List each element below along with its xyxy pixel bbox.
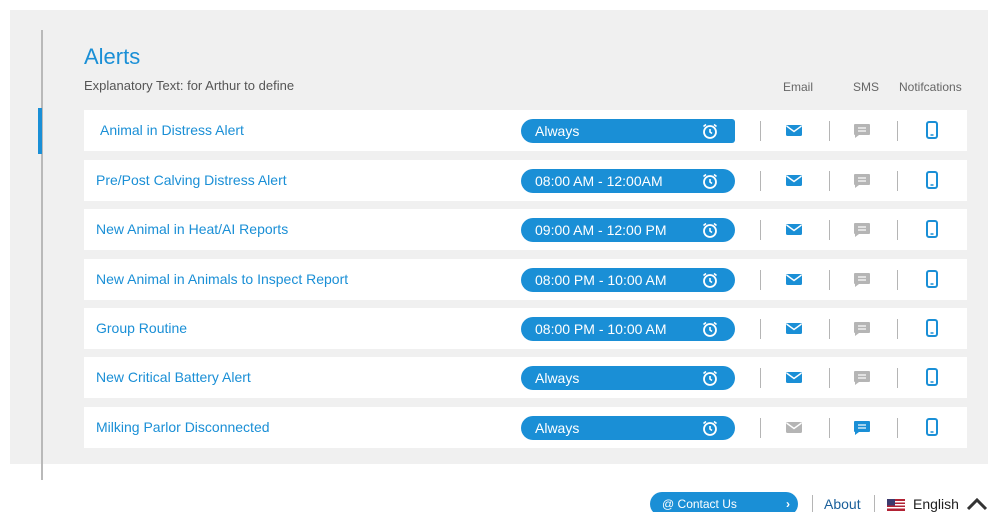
divider (897, 418, 898, 438)
alert-row: Pre/Post Calving Distress Alert 08:00 AM… (84, 160, 967, 201)
schedule-pill[interactable]: Always (521, 119, 735, 143)
schedule-text: 08:00 AM - 12:00AM (535, 173, 663, 189)
alert-name[interactable]: Milking Parlor Disconnected (96, 419, 270, 435)
divider (760, 220, 761, 240)
schedule-pill[interactable]: Always (521, 366, 735, 390)
envelope-icon[interactable] (784, 170, 804, 190)
chevron-up-icon[interactable] (966, 497, 988, 511)
divider (760, 319, 761, 339)
contact-us-button[interactable]: @ Contact Us › (650, 492, 798, 512)
divider (760, 368, 761, 388)
mobile-phone-icon[interactable] (922, 367, 942, 387)
left-rule (41, 30, 43, 480)
schedule-pill[interactable]: 08:00 AM - 12:00AM (521, 169, 735, 193)
alert-row: Animal in Distress Alert Always (84, 110, 967, 151)
divider (760, 121, 761, 141)
divider (897, 270, 898, 290)
language-selector[interactable]: English (913, 496, 959, 512)
schedule-text: Always (535, 370, 580, 386)
contact-us-label: Contact Us (677, 497, 737, 511)
divider (829, 220, 830, 240)
alert-name[interactable]: New Critical Battery Alert (96, 369, 251, 385)
message-icon[interactable] (852, 318, 872, 338)
alarm-clock-icon (701, 122, 719, 140)
divider (829, 418, 830, 438)
schedule-pill[interactable]: 08:00 PM - 10:00 AM (521, 268, 735, 292)
envelope-icon[interactable] (784, 318, 804, 338)
schedule-text: 09:00 AM - 12:00 PM (535, 222, 667, 238)
chevron-right-icon: › (786, 497, 790, 511)
mobile-phone-icon[interactable] (922, 269, 942, 289)
divider (829, 121, 830, 141)
schedule-text: Always (535, 123, 580, 139)
alert-row: New Animal in Animals to Inspect Report … (84, 259, 967, 300)
active-row-marker (38, 108, 42, 154)
divider (760, 270, 761, 290)
message-icon[interactable] (852, 219, 872, 239)
divider (829, 319, 830, 339)
divider (829, 270, 830, 290)
divider (897, 220, 898, 240)
message-icon[interactable] (852, 367, 872, 387)
schedule-pill[interactable]: Always (521, 416, 735, 440)
message-icon[interactable] (852, 269, 872, 289)
about-link[interactable]: About (824, 496, 861, 512)
schedule-pill[interactable]: 08:00 PM - 10:00 AM (521, 317, 735, 341)
footer-divider (812, 495, 813, 512)
alarm-clock-icon (701, 320, 719, 338)
alert-row: Milking Parlor Disconnected Always (84, 407, 967, 448)
mobile-phone-icon[interactable] (922, 170, 942, 190)
schedule-text: 08:00 PM - 10:00 AM (535, 272, 667, 288)
alert-name[interactable]: Pre/Post Calving Distress Alert (96, 172, 287, 188)
mobile-phone-icon[interactable] (922, 417, 942, 437)
alarm-clock-icon (701, 369, 719, 387)
message-icon[interactable] (852, 170, 872, 190)
footer-divider (874, 495, 875, 512)
divider (829, 171, 830, 191)
schedule-text: Always (535, 420, 580, 436)
alert-name[interactable]: New Animal in Animals to Inspect Report (96, 271, 348, 287)
alarm-clock-icon (701, 172, 719, 190)
divider (897, 171, 898, 191)
envelope-icon[interactable] (784, 219, 804, 239)
us-flag-icon (887, 499, 905, 511)
divider (760, 418, 761, 438)
divider (897, 121, 898, 141)
alert-name[interactable]: New Animal in Heat/AI Reports (96, 221, 288, 237)
envelope-icon[interactable] (784, 367, 804, 387)
column-header-sms: SMS (853, 80, 880, 94)
page-title: Alerts (84, 44, 141, 69)
alert-name[interactable]: Animal in Distress Alert (100, 122, 244, 138)
divider (760, 171, 761, 191)
divider (897, 368, 898, 388)
mobile-phone-icon[interactable] (922, 120, 942, 140)
alert-row: New Critical Battery Alert Always (84, 357, 967, 398)
column-header-notifications: Notifcations (899, 80, 962, 94)
envelope-icon[interactable] (784, 269, 804, 289)
alert-name[interactable]: Group Routine (96, 320, 187, 336)
schedule-text: 08:00 PM - 10:00 AM (535, 321, 667, 337)
divider (829, 368, 830, 388)
alert-row: Group Routine 08:00 PM - 10:00 AM (84, 308, 967, 349)
column-header-email: Email (783, 80, 814, 94)
alert-row: New Animal in Heat/AI Reports 09:00 AM -… (84, 209, 967, 250)
message-icon[interactable] (852, 417, 872, 437)
mobile-phone-icon[interactable] (922, 219, 942, 239)
mobile-phone-icon[interactable] (922, 318, 942, 338)
envelope-icon[interactable] (784, 120, 804, 140)
alarm-clock-icon (701, 271, 719, 289)
page-subtitle: Explanatory Text: for Arthur to define (84, 78, 295, 93)
alarm-clock-icon (701, 419, 719, 437)
message-icon[interactable] (852, 120, 872, 140)
divider (897, 319, 898, 339)
envelope-icon[interactable] (784, 417, 804, 437)
alarm-clock-icon (701, 221, 719, 239)
schedule-pill[interactable]: 09:00 AM - 12:00 PM (521, 218, 735, 242)
at-icon: @ (662, 497, 675, 511)
